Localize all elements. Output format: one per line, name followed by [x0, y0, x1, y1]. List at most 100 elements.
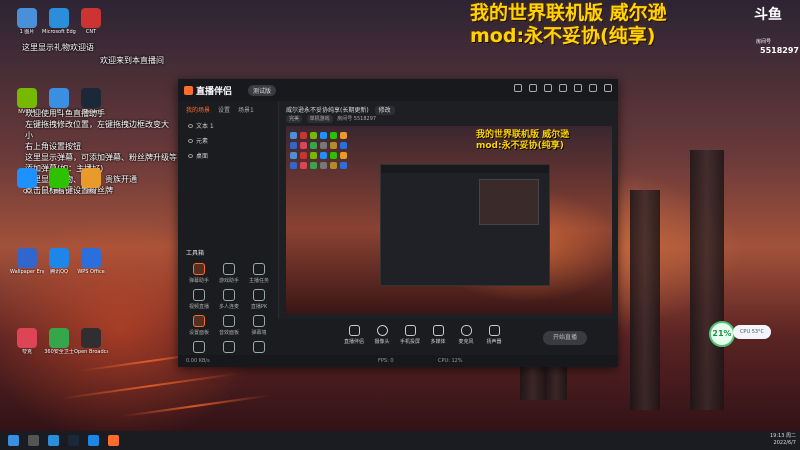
stream-title[interactable]: 威尔逊永不妥协纯享(长期更新) 修改 — [286, 105, 395, 115]
overlay-notice: 右上角设置按钮 — [25, 142, 81, 151]
app-icon — [81, 88, 101, 108]
speaker-icon — [488, 325, 500, 336]
scene-item[interactable]: 文本 1 — [178, 118, 278, 133]
menu-icon[interactable] — [559, 84, 567, 92]
scene-item[interactable]: 桌面 — [178, 148, 278, 163]
room-panel: 斗鱼 房间号 5518297 — [740, 0, 800, 75]
app-icon — [81, 168, 101, 188]
qq-icon[interactable] — [88, 435, 99, 446]
eye-icon[interactable] — [188, 123, 193, 128]
tab-scene1[interactable]: 场景1 — [238, 105, 254, 114]
room-id-text: 房间号 5518297 — [337, 116, 377, 122]
desktop-icon[interactable]: 游戏 — [74, 168, 108, 195]
scene-item[interactable]: 元素 — [178, 133, 278, 148]
nested-app-preview-inner — [479, 179, 539, 225]
desktop-icon[interactable]: 微信 — [42, 168, 76, 195]
desktop-icon-label: Steam — [82, 109, 100, 115]
edit-title-button[interactable]: 修改 — [374, 106, 395, 115]
desktop-icon-label: Microsoft Edge — [42, 29, 76, 35]
toolbox-item[interactable]: 弹幕墙 — [244, 315, 274, 336]
app-icon — [17, 328, 37, 348]
tool-icon — [193, 289, 205, 301]
desktop-icon-label: Open Broadcaster — [74, 349, 108, 355]
tab-settings[interactable]: 设置 — [218, 105, 230, 114]
desktop-icon-label: 腾讯QQ — [50, 269, 68, 275]
speaker-button[interactable]: 扬声器 — [478, 325, 510, 345]
maximize-icon[interactable] — [589, 84, 597, 92]
nested-app-preview — [380, 164, 550, 286]
desktop-icon-label: 1 图片 — [19, 29, 35, 35]
desktop-icon[interactable]: 夸克 — [10, 328, 44, 355]
toolbox-item[interactable]: 音效面板 — [214, 315, 244, 336]
scene-sidebar: 我的场景 设置 场景1 文本 1 元素 桌面 工具箱 弹幕助手 游戏助手 主播任务视… — [178, 101, 279, 367]
overlay-notice: 欢迎来到本直播间 — [100, 56, 164, 65]
preview-desktop-icons — [290, 132, 347, 169]
start-icon[interactable] — [8, 435, 19, 446]
steam-icon[interactable] — [68, 435, 79, 446]
toolbox-item[interactable]: 设置面板 — [184, 315, 214, 336]
toolbox-title: 工具箱 — [186, 250, 205, 257]
desktop-icon[interactable]: 360安全卫士 — [42, 328, 76, 355]
app-titlebar[interactable]: 直播伴侣 测试版 — [178, 79, 618, 101]
close-icon[interactable] — [604, 84, 612, 92]
tool-label: 多人连麦 — [218, 304, 239, 310]
edge-icon[interactable] — [48, 435, 59, 446]
toolbox-item[interactable]: 多人连麦 — [214, 289, 244, 310]
system-tray-clock[interactable]: 19:13 周二 2022/6/7 — [770, 433, 796, 447]
stream-app-icon[interactable] — [108, 435, 119, 446]
desktop-icon[interactable]: CNT — [74, 8, 108, 35]
performance-widget[interactable]: 21% CPU 53°C — [709, 321, 771, 347]
category-badge: 完美 — [286, 115, 303, 123]
streaming-app-window[interactable]: 直播伴侣 测试版 我的场景 设置 场景1 文本 1 元素 桌面 工具箱 弹幕助手… — [178, 79, 618, 367]
desktop-icon[interactable]: Microsoft Edge — [42, 8, 76, 35]
tool-icon — [253, 289, 265, 301]
tool-icon — [223, 263, 235, 275]
search-icon[interactable] — [28, 435, 39, 446]
desktop-icon-label: 微信 — [53, 189, 64, 195]
desktop-icon[interactable]: 腾讯QQ — [42, 248, 76, 275]
mail-icon[interactable] — [529, 84, 537, 92]
toolbox-item[interactable]: 视频直播 — [184, 289, 214, 310]
desktop-icon[interactable]: QQ — [10, 168, 44, 195]
desktop-icon[interactable]: Steam — [74, 88, 108, 115]
toolbox-item[interactable]: 弹幕助手 — [184, 263, 214, 284]
tool-icon — [193, 315, 205, 327]
desktop-icon-label: IE — [56, 109, 62, 115]
toolbox-item[interactable]: 直播PK — [244, 289, 274, 310]
eye-icon[interactable] — [188, 138, 193, 143]
desktop-icon-label: QQ — [23, 189, 31, 195]
desktop-icon[interactable]: Open Broadcaster — [74, 328, 108, 355]
tool-label: 音效面板 — [218, 330, 239, 336]
eye-icon[interactable] — [188, 153, 193, 158]
room-label: 房间号 — [756, 39, 772, 45]
toolbox-item[interactable]: 主播任务 — [244, 263, 274, 284]
desktop-icon[interactable]: 1 图片 — [10, 8, 44, 35]
desktop-icon[interactable]: NVIDIA — [10, 88, 44, 115]
preview-overlay-title: 我的世界联机版 威尔逊 mod:永不妥协(纯享) — [476, 130, 570, 151]
microphone-icon — [460, 325, 472, 336]
start-live-button[interactable]: 开始直播 — [543, 331, 587, 345]
stream-preview[interactable]: 我的世界联机版 威尔逊 mod:永不妥协(纯享) — [286, 126, 612, 314]
app-icon — [49, 248, 69, 268]
tab-my-scenes[interactable]: 我的场景 — [186, 105, 210, 114]
app-logo-icon — [184, 86, 193, 95]
desktop-icon-label: 360安全卫士 — [44, 349, 74, 355]
desktop-icon[interactable]: Wallpaper Engine — [10, 248, 44, 275]
stream-overlay-title: 我的世界联机版 威尔逊 mod:永不妥协(纯享) — [470, 2, 667, 47]
desktop-icon[interactable]: IE — [42, 88, 76, 115]
user-icon[interactable] — [514, 84, 522, 92]
gear-icon[interactable] — [544, 84, 552, 92]
minimize-icon[interactable] — [574, 84, 582, 92]
desktop-icon[interactable]: WPS Office — [74, 248, 108, 275]
tool-icon — [223, 315, 235, 327]
app-icon — [49, 88, 69, 108]
category-badge: 单机游戏 — [306, 115, 333, 123]
toolbox-item[interactable]: 游戏助手 — [214, 263, 244, 284]
overlay-notice: 这里显示礼物欢迎语 — [22, 43, 94, 52]
phone-icon — [404, 325, 416, 336]
toolbox-grid: 弹幕助手游戏助手主播任务视频直播多人连麦直播PK设置面板音效面板弹幕墙直播间发红… — [184, 263, 274, 362]
app-icon — [49, 8, 69, 28]
app-icon — [49, 328, 69, 348]
wallpaper-pillar — [690, 150, 724, 410]
douyu-logo: 斗鱼 — [754, 7, 782, 23]
